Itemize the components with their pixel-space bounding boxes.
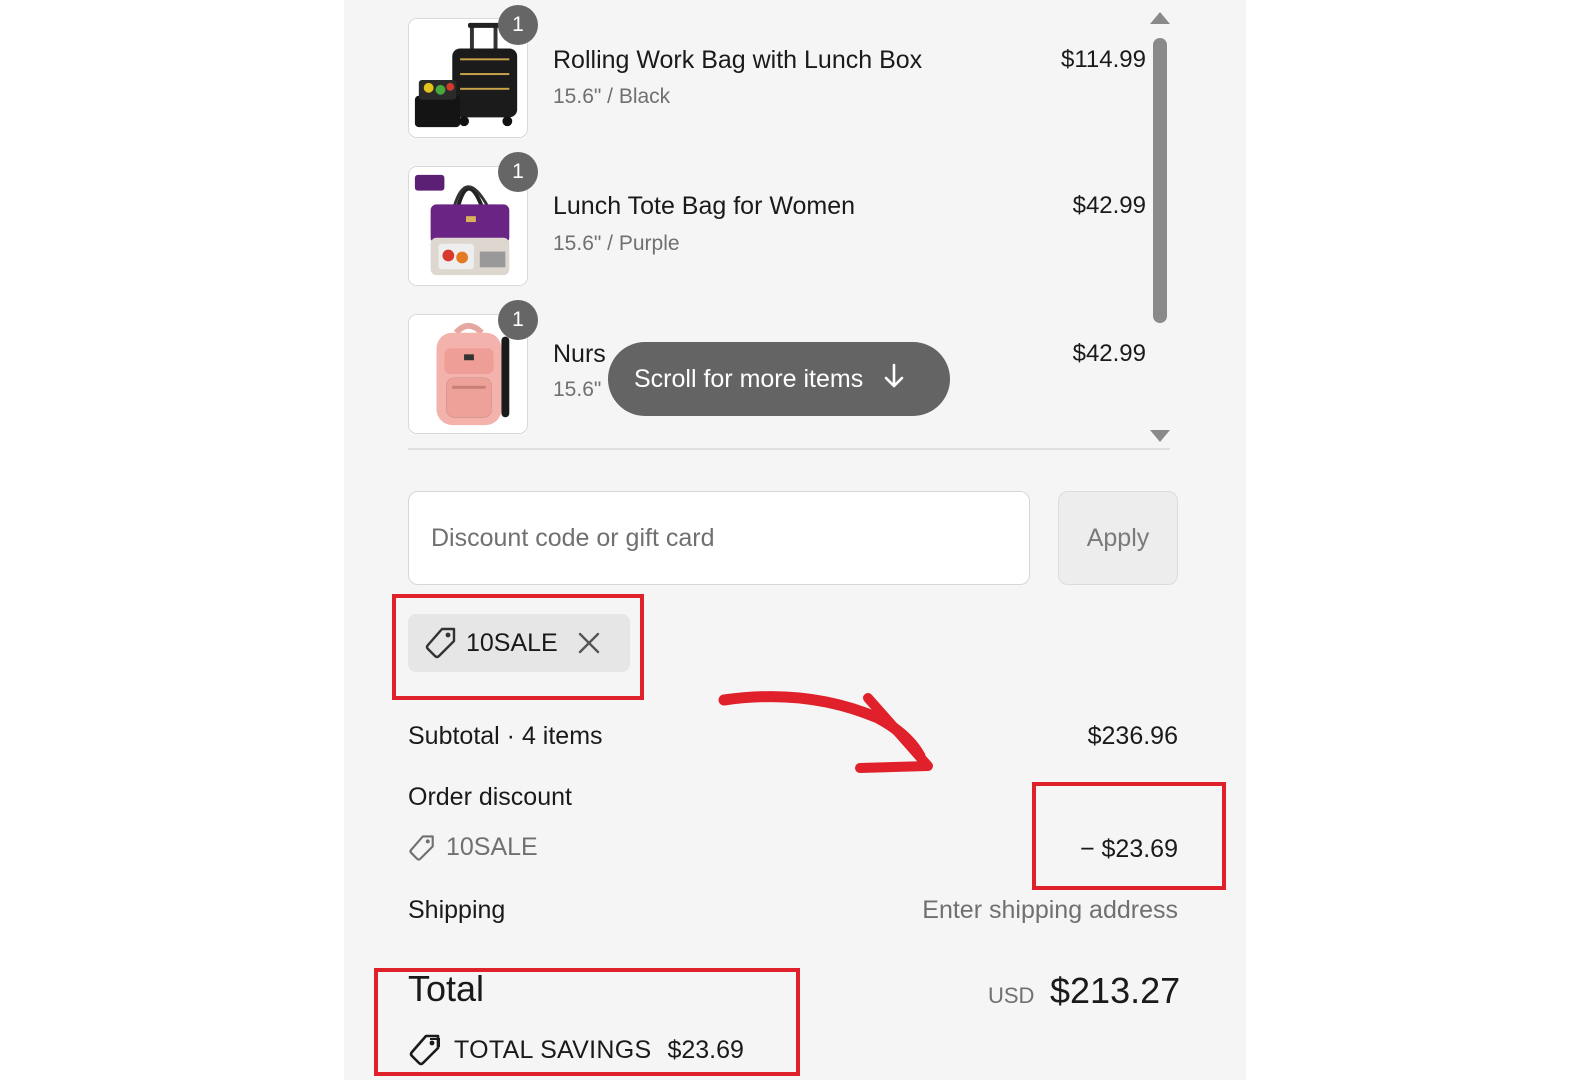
divider [408, 448, 1170, 450]
scroll-for-more-button[interactable]: Scroll for more items [608, 342, 950, 416]
scroll-up-arrow-icon[interactable] [1150, 12, 1170, 24]
subtotal-label: Subtotal · 4 items [408, 722, 603, 750]
highlight-box-total [374, 968, 800, 1076]
quantity-badge: 1 [498, 152, 538, 192]
apply-button[interactable]: Apply [1058, 491, 1178, 585]
subtotal-value: $236.96 [1087, 722, 1178, 750]
product-variant: 15.6" / Purple [553, 232, 680, 255]
shipping-value: Enter shipping address [922, 896, 1178, 924]
product-variant: 15.6" / Black [553, 85, 671, 108]
order-discount-code-row: 10SALE [408, 833, 538, 862]
order-discount-label: Order discount [408, 783, 572, 811]
product-price: $42.99 [1072, 192, 1146, 219]
product-name: Rolling Work Bag with Lunch Box [553, 46, 923, 74]
highlight-box-code [392, 594, 644, 700]
scrollbar-thumb[interactable] [1153, 38, 1167, 323]
stage: 1 Rolling Work Bag with Lunch Box 15.6" … [0, 0, 1580, 1080]
product-variant: 15.6" [553, 378, 602, 401]
arrow-down-icon [883, 363, 905, 396]
product-name: Nurs [553, 340, 606, 368]
annotation-arrow-icon [718, 691, 933, 773]
scroll-down-arrow-icon[interactable] [1150, 430, 1170, 442]
order-discount-code: 10SALE [446, 833, 538, 861]
discount-code-input[interactable] [408, 491, 1030, 585]
tag-icon [408, 834, 436, 862]
total-value: $213.27 [1050, 970, 1181, 1011]
product-price: $114.99 [1061, 46, 1146, 73]
quantity-badge: 1 [498, 300, 538, 340]
product-name: Lunch Tote Bag for Women [553, 192, 856, 220]
quantity-badge: 1 [498, 5, 538, 45]
product-price: $42.99 [1072, 340, 1146, 367]
scroll-hint-label: Scroll for more items [634, 364, 864, 393]
total-currency: USD [988, 983, 1035, 1008]
highlight-box-discount [1032, 782, 1226, 890]
shipping-label: Shipping [408, 896, 506, 924]
